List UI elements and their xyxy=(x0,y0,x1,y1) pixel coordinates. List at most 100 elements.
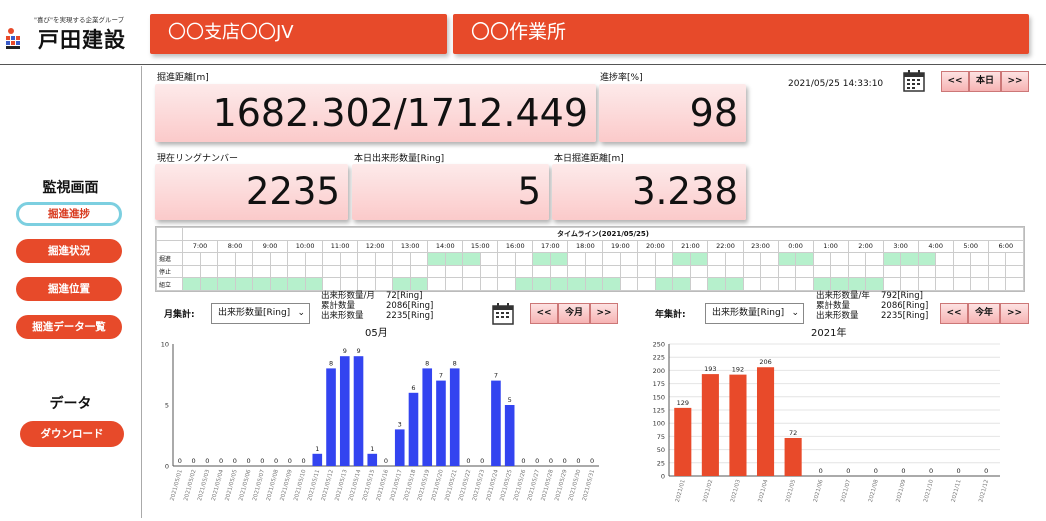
timeline: タイムライン(2021/05/25) 7:00 8:00 9:00 10:00 11:00… xyxy=(155,226,1025,292)
data-label: 0 xyxy=(466,457,470,465)
timeline-cell xyxy=(637,277,656,291)
timeline-cell xyxy=(409,277,429,291)
next-month-button[interactable]: >> xyxy=(590,303,618,324)
timeline-cell xyxy=(462,252,481,266)
monitor-heading: 監視画面 xyxy=(42,180,99,196)
chevron-down-icon: ⌄ xyxy=(791,308,799,318)
data-label: 72 xyxy=(789,429,797,437)
x-tick-label: 2021/05/07 xyxy=(252,469,266,502)
current-datetime: 2021/05/25 14:33:10 xyxy=(788,79,884,89)
timeline-cell xyxy=(987,264,1007,279)
y-tick-label: 200 xyxy=(653,367,665,375)
calendar-icon[interactable] xyxy=(903,70,925,92)
timeline-cell xyxy=(935,277,954,291)
timeline-cell xyxy=(199,264,219,279)
timeline-hour: 20:00 xyxy=(637,239,674,254)
y-tick-label: 225 xyxy=(653,354,665,362)
month-select-value: 出来形数量[Ring] xyxy=(218,308,291,318)
timeline-cell xyxy=(584,264,604,279)
month-metric-select[interactable]: 出来形数量[Ring] ⌄ xyxy=(211,303,310,324)
today-count-value: 5 xyxy=(352,164,549,220)
data-label: 5 xyxy=(508,396,512,404)
next-year-button[interactable]: >> xyxy=(1000,303,1029,324)
timeline-cell xyxy=(514,264,534,279)
timeline-cell xyxy=(217,264,236,279)
year-metric-select[interactable]: 出来形数量[Ring] ⌄ xyxy=(705,303,804,324)
bar xyxy=(394,429,405,466)
data-label: 8 xyxy=(329,359,333,367)
data-label: 0 xyxy=(233,457,237,465)
download-button[interactable]: ダウンロード xyxy=(20,421,124,447)
month-stat-names: 出来形数量/月 累計数量 出来形数量 xyxy=(321,291,375,321)
timeline-cell xyxy=(549,264,569,279)
data-label: 0 xyxy=(535,457,539,465)
bar xyxy=(436,380,446,466)
sidebar-item-position[interactable]: 掘進位置 xyxy=(16,277,122,301)
data-label: 0 xyxy=(563,457,567,465)
stat-value: 2086[Ring] xyxy=(386,301,434,311)
timeline-cell xyxy=(654,277,674,291)
sidebar-item-data-list[interactable]: 掘進データ一覧 xyxy=(16,315,122,339)
stat-value: 792[Ring] xyxy=(881,291,923,301)
timeline-cell xyxy=(637,252,656,266)
timeline-cell xyxy=(269,252,289,266)
timeline-cell xyxy=(619,264,639,279)
timeline-cell xyxy=(182,252,201,266)
timeline-cell xyxy=(322,264,341,279)
this-year-button[interactable]: 今年 xyxy=(968,303,1000,324)
timeline-cell xyxy=(549,252,569,266)
y-tick-label: 0 xyxy=(165,463,169,471)
timeline-cell xyxy=(357,277,376,291)
timeline-cell xyxy=(549,277,569,291)
today-button[interactable]: 本日 xyxy=(969,71,1001,92)
next-day-button[interactable]: >> xyxy=(1001,71,1029,92)
timeline-cell xyxy=(777,264,797,279)
logo-icon xyxy=(6,28,32,50)
timeline-row-label: 停止 xyxy=(156,264,183,279)
stat-value: 2235[Ring] xyxy=(881,311,929,321)
y-tick-label: 125 xyxy=(653,407,665,415)
bar xyxy=(422,368,433,466)
timeline-cell xyxy=(514,252,534,266)
sidebar-item-status[interactable]: 掘進状況 xyxy=(16,239,122,263)
timeline-hour: 15:00 xyxy=(462,239,499,254)
data-label: 0 xyxy=(846,467,850,475)
x-tick-label: 2021/05/09 xyxy=(280,469,294,502)
timeline-cell xyxy=(917,264,937,279)
this-month-button[interactable]: 今月 xyxy=(558,303,590,324)
y-tick-label: 25 xyxy=(657,459,665,467)
timeline-cell xyxy=(812,264,832,279)
prev-day-button[interactable]: << xyxy=(941,71,969,92)
x-tick-label: 2021/05/04 xyxy=(211,469,225,502)
timeline-cell xyxy=(392,277,411,291)
data-label: 9 xyxy=(356,347,360,355)
x-tick-label: 2021/03 xyxy=(730,479,742,503)
prev-month-button[interactable]: << xyxy=(530,303,558,324)
timeline-hour: 22:00 xyxy=(707,239,744,254)
progress-value: 98 xyxy=(599,84,746,142)
sidebar-item-progress[interactable]: 掘進進捗 xyxy=(16,202,122,226)
x-tick-label: 2021/05/26 xyxy=(513,469,527,502)
data-label: 0 xyxy=(178,457,182,465)
timeline-cell xyxy=(357,264,376,279)
year-chart: 0 25 50 75 100 125 150 175 200 225 250 129 2021/01 19… xyxy=(653,341,1000,503)
prev-year-button[interactable]: << xyxy=(940,303,968,324)
timeline-cell xyxy=(427,264,446,279)
timeline-cell xyxy=(830,252,849,266)
timeline-cell xyxy=(882,252,902,266)
timeline-title: タイムライン(2021/05/25) xyxy=(182,227,1024,241)
data-label: 193 xyxy=(704,365,716,373)
today-count-label: 本日出来形数量[Ring] xyxy=(354,154,445,164)
calendar-icon[interactable] xyxy=(492,303,514,325)
timeline-cell xyxy=(427,252,446,266)
stat-value: 2086[Ring] xyxy=(881,301,929,311)
bar xyxy=(784,437,802,476)
bar xyxy=(756,367,775,476)
timeline-cell xyxy=(322,277,341,291)
timeline-cell xyxy=(462,264,481,279)
timeline-cell xyxy=(724,277,744,291)
timeline-cell xyxy=(917,277,937,291)
stat-value: 72[Ring] xyxy=(386,291,423,301)
timeline-hour: 18:00 xyxy=(567,239,604,254)
x-tick-label: 2021/05 xyxy=(785,479,797,503)
